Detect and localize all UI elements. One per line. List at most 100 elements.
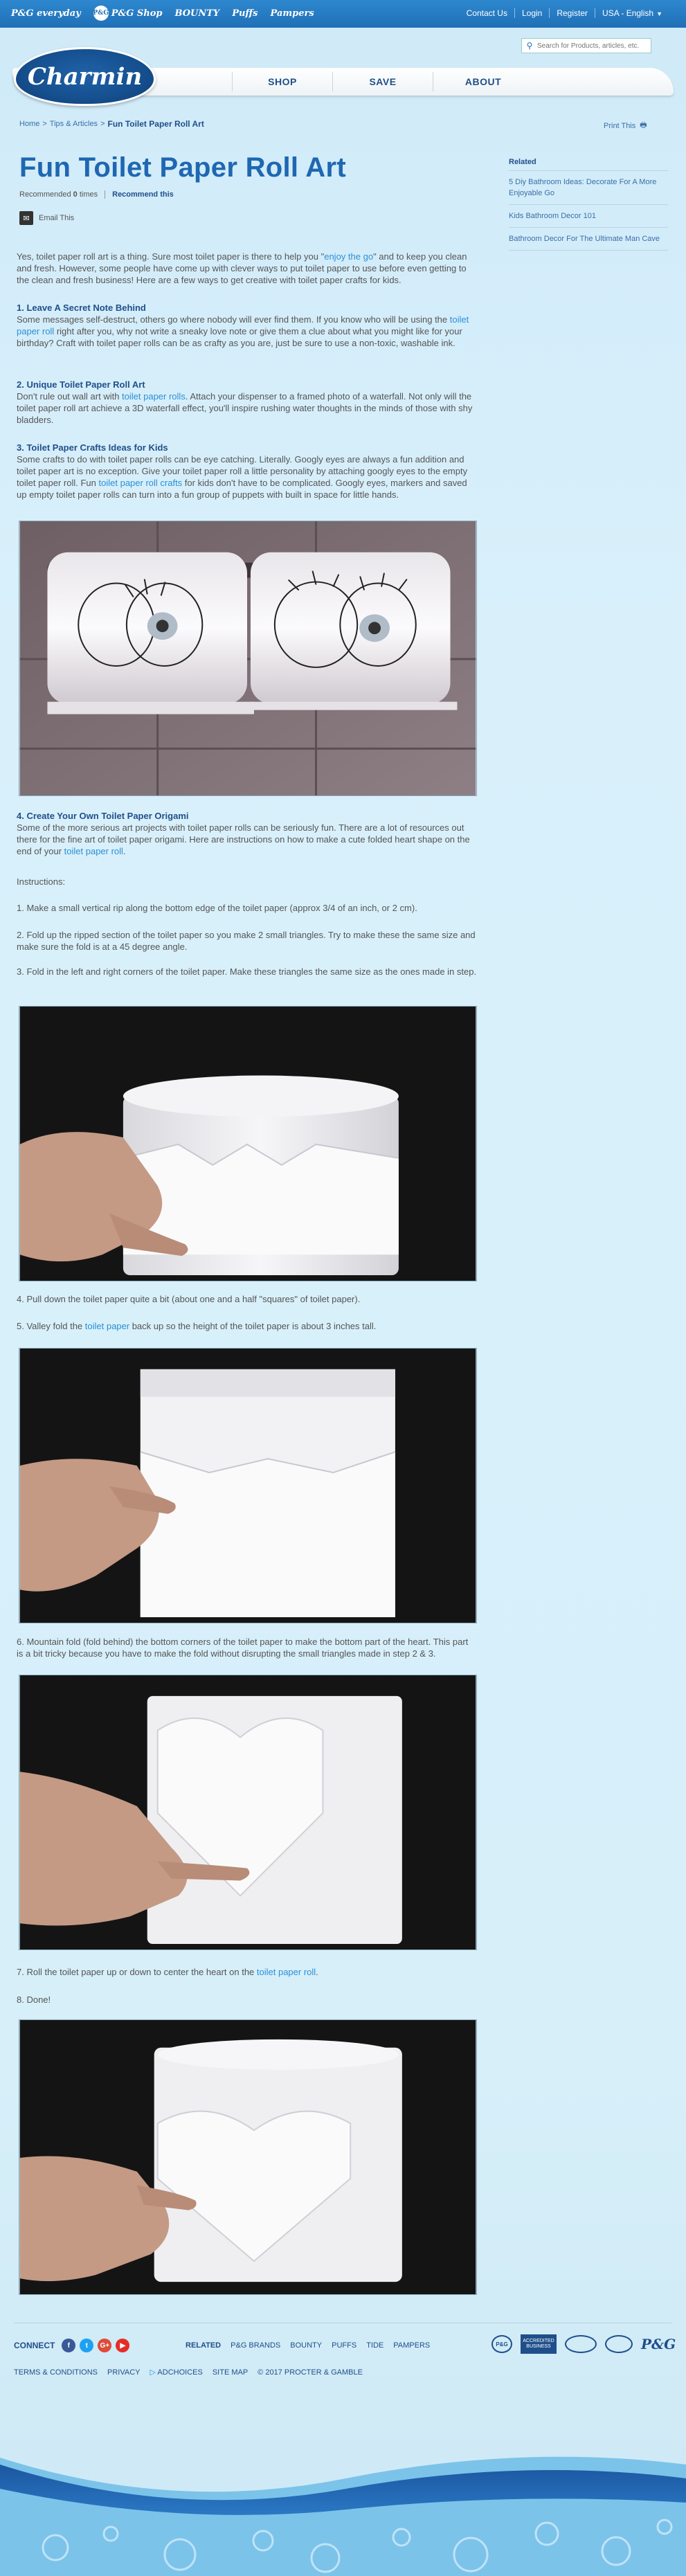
breadcrumb-tips[interactable]: Tips & Articles [50, 120, 98, 128]
step-2: 2. Fold up the ripped section of the toi… [17, 930, 476, 952]
global-topbar: P&G everyday P&G P&G Shop BOUNTY Puffs P… [0, 0, 686, 28]
brand-pg-everyday[interactable]: P&G everyday [11, 8, 81, 19]
page-title: Fun Toilet Paper Roll Art [19, 152, 346, 183]
nav-save[interactable]: SAVE [332, 72, 433, 91]
recommend-button[interactable]: Recommend this [112, 190, 174, 199]
brand-links: P&G everyday P&G P&G Shop BOUNTY Puffs P… [11, 6, 314, 21]
step-text-part: . [316, 1967, 318, 1977]
connect-row: CONNECT f t G+ ▶ [14, 2339, 130, 2352]
youtube-icon[interactable]: ▶ [116, 2339, 130, 2352]
related-item[interactable]: 5 Diy Bathroom Ideas: Decorate For A Mor… [509, 171, 668, 205]
toilet-paper-link[interactable]: toilet paper [85, 1321, 129, 1331]
nav-shop[interactable]: SHOP [232, 72, 332, 91]
legal-links: TERMS & CONDITIONS PRIVACY ▷ ADCHOICES S… [14, 2368, 363, 2377]
chevron-down-icon: ▼ [656, 10, 662, 17]
search-box[interactable]: ⚲ [521, 38, 651, 53]
print-button[interactable]: Print This 🖶 [604, 119, 647, 132]
pg-circle-icon: P&G [93, 6, 109, 21]
envelope-icon: ✉ [19, 211, 33, 225]
step-3: 3. Fold in the left and right corners of… [17, 966, 477, 977]
site-header: ⚲ Charmin SHOP SAVE ABOUT [7, 28, 679, 111]
email-this[interactable]: ✉ Email This [19, 211, 480, 225]
toilet-paper-roll-link[interactable]: toilet paper roll [257, 1967, 316, 1977]
search-input[interactable] [537, 42, 648, 50]
search-icon[interactable]: ⚲ [522, 41, 537, 51]
related-brand-link[interactable]: PUFFS [332, 2341, 356, 2350]
adchoices-icon: ▷ [150, 2368, 156, 2377]
googly-eyes-photo [19, 521, 477, 796]
nav-about[interactable]: ABOUT [433, 72, 533, 91]
step-text-part: back up so the height of the toilet pape… [129, 1321, 377, 1331]
facebook-icon[interactable]: f [62, 2339, 76, 2352]
article: Fun Toilet Paper Roll Art Recommended 0 … [19, 152, 480, 225]
recommended-prefix: Recommended [19, 190, 71, 199]
section-heading: 2. Unique Toilet Paper Roll Art [17, 379, 145, 390]
section-text-part: . [123, 846, 126, 856]
logo-text: Charmin [27, 62, 143, 91]
login-link[interactable]: Login [514, 8, 549, 18]
brand-puffs[interactable]: Puffs [232, 8, 258, 19]
account-links: Contact Us Login Register USA - English ▼ [460, 8, 669, 18]
related-brands: RELATED P&G BRANDS BOUNTY PUFFS TIDE PAM… [186, 2341, 430, 2350]
charmin-logo[interactable]: Charmin [14, 47, 156, 106]
breadcrumb-separator: > [42, 120, 47, 128]
section-kids-crafts: 3. Toilet Paper Crafts Ideas for Kids So… [17, 442, 477, 501]
related-brands-label: RELATED [186, 2341, 222, 2350]
section-roll-art: 2. Unique Toilet Paper Roll Art Don't ru… [17, 379, 477, 426]
section-text-part: Some messages self-destruct, others go w… [17, 314, 450, 325]
related-brand-link[interactable]: PAMPERS [393, 2341, 430, 2350]
origami-step6-photo [19, 1675, 477, 1950]
privacy-link[interactable]: PRIVACY [107, 2368, 140, 2377]
instructions-label: Instructions: [17, 876, 66, 887]
related-item[interactable]: Kids Bathroom Decor 101 [509, 205, 668, 228]
google-plus-icon[interactable]: G+ [98, 2339, 112, 2352]
origami-step3-photo [19, 1006, 477, 1281]
section-text: Some messages self-destruct, others go w… [17, 314, 477, 349]
toilet-paper-roll-crafts-link[interactable]: toilet paper roll crafts [99, 478, 183, 488]
origami-step5-photo [19, 1348, 477, 1623]
recommended-suffix: times [79, 190, 98, 199]
related-brand-link[interactable]: BOUNTY [290, 2341, 322, 2350]
section-heading: 1. Leave A Secret Note Behind [17, 303, 146, 313]
sitemap-link[interactable]: SITE MAP [213, 2368, 248, 2377]
related-item[interactable]: Bathroom Decor For The Ultimate Man Cave [509, 228, 668, 251]
locale-label: USA - English [602, 8, 654, 18]
copyright: © 2017 PROCTER & GAMBLE [258, 2368, 363, 2377]
oval-badge-icon [605, 2335, 633, 2353]
breadcrumb: Home > Tips & Articles > Fun Toilet Pape… [19, 119, 204, 129]
breadcrumb-home[interactable]: Home [19, 120, 39, 128]
step-1: 1. Make a small vertical rip along the b… [17, 903, 417, 913]
step-7: 7. Roll the toilet paper up or down to c… [17, 1966, 477, 1978]
enjoy-the-go-link[interactable]: enjoy the go [324, 251, 373, 262]
intro-text-1: Yes, toilet paper roll art is a thing. S… [17, 251, 325, 262]
section-secret-note: 1. Leave A Secret Note Behind Some messa… [17, 302, 477, 349]
adchoices-link[interactable]: ▷ ADCHOICES [150, 2368, 203, 2377]
twitter-icon[interactable]: t [80, 2339, 94, 2352]
section-text: Some of the more serious art projects wi… [17, 822, 477, 857]
breadcrumb-current: Fun Toilet Paper Roll Art [107, 119, 204, 129]
bbb-accredited-badge[interactable]: ACCREDITED BUSINESS [521, 2334, 557, 2354]
step-text-part: 5. Valley fold the [17, 1321, 85, 1331]
step-5: 5. Valley fold the toilet paper back up … [17, 1320, 477, 1332]
trust-badges: P&G ACCREDITED BUSINESS P&G [491, 2334, 676, 2354]
brand-pampers[interactable]: Pampers [271, 8, 314, 19]
brand-pg-shop[interactable]: P&G P&G Shop [93, 6, 162, 21]
contact-us-link[interactable]: Contact Us [460, 8, 514, 18]
recommend-row: Recommended 0 times Recommend this [19, 190, 480, 199]
intro-paragraph: Yes, toilet paper roll art is a thing. S… [17, 251, 477, 286]
recommended-count: 0 [73, 190, 78, 199]
brand-bounty[interactable]: BOUNTY [174, 8, 219, 19]
locale-selector[interactable]: USA - English ▼ [595, 8, 669, 18]
related-brand-link[interactable]: TIDE [366, 2341, 383, 2350]
register-link[interactable]: Register [549, 8, 595, 18]
step-4: 4. Pull down the toilet paper quite a bi… [17, 1294, 361, 1304]
origami-final-photo [19, 2019, 477, 2295]
step-8: 8. Done! [17, 1994, 51, 2005]
toilet-paper-rolls-link[interactable]: toilet paper rolls [122, 391, 186, 402]
toilet-paper-roll-link[interactable]: toilet paper roll [64, 846, 123, 856]
terms-link[interactable]: TERMS & CONDITIONS [14, 2368, 98, 2377]
connect-label: CONNECT [14, 2341, 55, 2350]
related-brand-link[interactable]: P&G BRANDS [231, 2341, 280, 2350]
section-heading: 4. Create Your Own Toilet Paper Origami [17, 811, 189, 821]
section-origami: 4. Create Your Own Toilet Paper Origami … [17, 810, 477, 857]
